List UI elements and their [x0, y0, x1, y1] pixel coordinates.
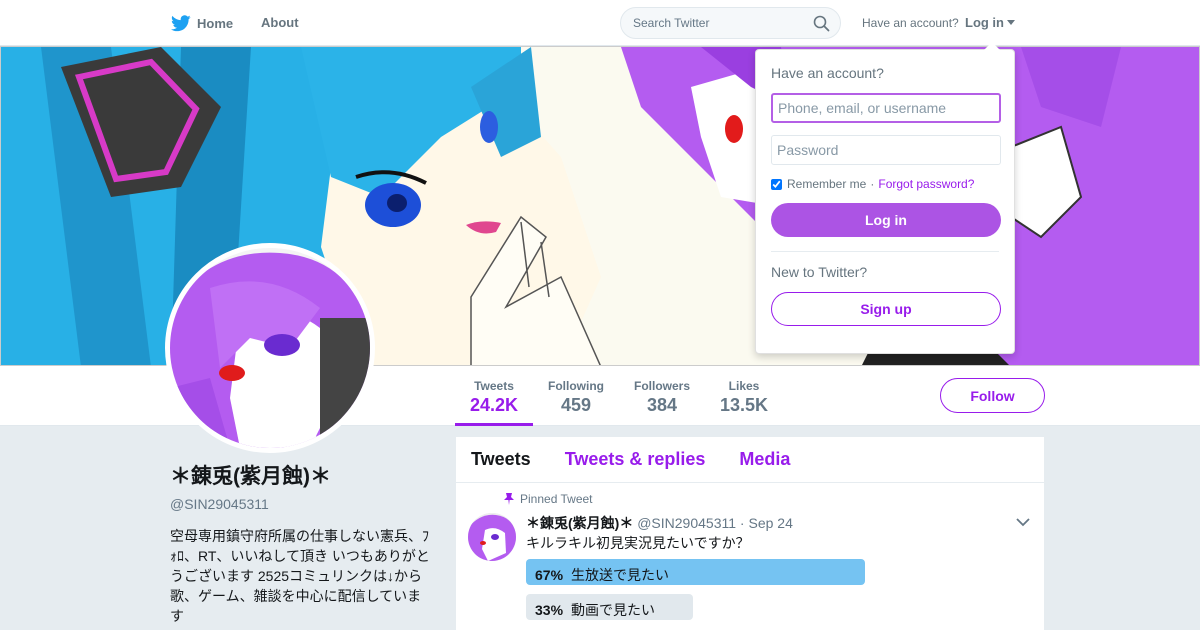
stat-tweets[interactable]: Tweets 24.2K	[455, 366, 533, 426]
remember-me-row: Remember me · Forgot password?	[771, 177, 999, 191]
chevron-down-icon[interactable]	[1016, 518, 1030, 527]
avatar-artwork	[170, 248, 370, 448]
poll-option-label: 生放送で見たい	[571, 567, 670, 583]
profile-header-card: ＊錬兎(紫月蝕)＊ @SIN29045311 空母専用鎮守府所属の仕事しない憲兵…	[170, 460, 432, 626]
nav-about-link[interactable]: About	[261, 15, 299, 30]
login-dropdown-divider	[771, 251, 999, 252]
profile-avatar[interactable]	[165, 243, 375, 453]
tweet-author-avatar[interactable]	[468, 513, 516, 561]
have-account-text: Have an account?	[862, 16, 959, 30]
stat-following-value: 459	[560, 395, 592, 415]
pinned-tweet-context: Pinned Tweet	[504, 492, 593, 506]
tweet-avatar-artwork	[468, 513, 516, 561]
tweet-author-name[interactable]: ＊錬兎(紫月蝕)＊	[526, 515, 633, 531]
tweet-header-separator: ·	[739, 515, 745, 531]
nav-home-label: Home	[197, 16, 234, 31]
search-icon[interactable]	[813, 15, 830, 32]
search-box	[620, 7, 841, 39]
poll-option-percent: 67%	[535, 567, 564, 583]
stat-tweets-value: 24.2K	[469, 395, 519, 415]
nav-home-link[interactable]: Home	[171, 15, 233, 32]
stat-likes[interactable]: Likes 13.5K	[714, 366, 774, 426]
tweet-author-handle[interactable]: @SIN29045311	[637, 515, 736, 531]
login-submit-button[interactable]: Log in	[771, 203, 1001, 237]
username-field[interactable]	[771, 93, 1001, 123]
remember-me-checkbox[interactable]	[771, 178, 782, 190]
twitter-bird-icon	[171, 15, 191, 32]
caret-down-icon	[1007, 20, 1015, 25]
tweet-text: キルラキル初見実況見たいですか？	[526, 535, 750, 551]
stat-followers-label: Followers	[633, 379, 690, 393]
remember-separator: ·	[870, 177, 875, 191]
stat-tweets-label: Tweets	[474, 379, 514, 393]
tab-tweets[interactable]: Tweets	[471, 449, 531, 470]
login-dropdown-title: Have an account?	[771, 65, 884, 81]
tweet-header: ＊錬兎(紫月蝕)＊ @SIN29045311 · Sep 24	[526, 513, 793, 533]
stat-following[interactable]: Following 459	[543, 366, 609, 426]
timeline: Tweets Tweets & replies Media Pinned Twe…	[456, 437, 1044, 630]
poll-option-percent: 33%	[535, 602, 564, 618]
new-to-twitter-text: New to Twitter?	[771, 264, 868, 280]
poll-option: 67% 生放送で見たい	[526, 559, 865, 585]
stat-likes-value: 13.5K	[719, 395, 769, 415]
login-dropdown: Have an account? Remember me · Forgot pa…	[755, 42, 1015, 354]
profile-display-name[interactable]: ＊錬兎(紫月蝕)＊	[170, 460, 432, 490]
tab-media[interactable]: Media	[739, 449, 790, 470]
poll-option-label: 動画で見たい	[571, 602, 656, 618]
signup-button[interactable]: Sign up	[771, 292, 1001, 326]
pin-icon	[504, 493, 514, 505]
tweet-timestamp[interactable]: Sep 24	[748, 515, 792, 531]
timeline-tabs: Tweets Tweets & replies Media	[456, 437, 1044, 483]
follow-button[interactable]: Follow	[940, 378, 1045, 413]
profile-bio: 空母専用鎮守府所属の仕事しない憲兵、ﾌｫﾛ、RT、いいねして頂き いつもありがと…	[170, 528, 430, 624]
stat-followers-value: 384	[646, 395, 678, 415]
poll-option: 33% 動画で見たい	[526, 594, 865, 620]
stat-followers[interactable]: Followers 384	[626, 366, 698, 426]
login-dropdown-toggle[interactable]: Log in	[965, 15, 1015, 30]
login-link-label: Log in	[965, 15, 1004, 30]
password-field[interactable]	[771, 135, 1001, 165]
search-input[interactable]	[633, 16, 803, 30]
stat-following-label: Following	[548, 379, 604, 393]
pinned-tweet[interactable]: Pinned Tweet ＊錬兎(紫月蝕)＊ @SIN29045311 · Se…	[456, 483, 1044, 630]
stat-likes-label: Likes	[728, 379, 760, 393]
poll-option-text: 67% 生放送で見たい	[535, 565, 669, 585]
tab-tweets-and-replies[interactable]: Tweets & replies	[565, 449, 706, 470]
remember-me-label[interactable]: Remember me	[787, 177, 866, 191]
top-navigation-bar: Home About Have an account? Log in	[0, 0, 1200, 46]
pinned-tweet-label: Pinned Tweet	[520, 492, 593, 506]
forgot-password-link[interactable]: Forgot password?	[878, 177, 974, 191]
poll-option-text: 33% 動画で見たい	[535, 600, 655, 620]
profile-screen-name[interactable]: @SIN29045311	[170, 496, 432, 512]
